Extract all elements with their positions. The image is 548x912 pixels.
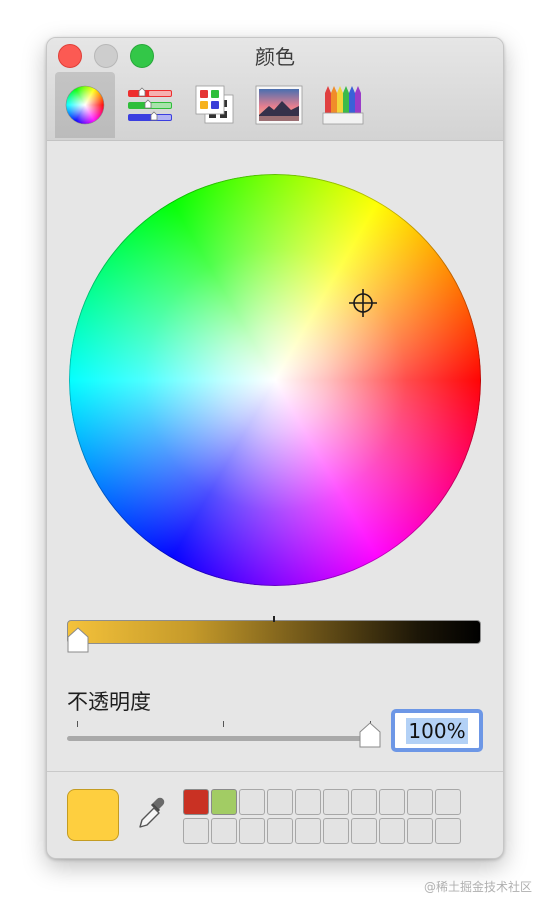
current-color-swatch[interactable] <box>67 789 119 841</box>
tab-color-wheel[interactable] <box>55 72 115 138</box>
empty-swatch[interactable] <box>239 789 265 815</box>
tab-pencils[interactable] <box>313 72 373 138</box>
empty-swatch[interactable] <box>267 789 293 815</box>
empty-swatch[interactable] <box>323 818 349 844</box>
empty-swatch[interactable] <box>267 818 293 844</box>
brightness-slider[interactable] <box>67 620 481 644</box>
sliders-icon <box>128 87 172 121</box>
eyedropper-icon[interactable] <box>135 796 167 832</box>
watermark: @稀土掘金技术社区 <box>424 880 533 894</box>
titlebar: 颜色 <box>47 38 503 141</box>
empty-swatch[interactable] <box>295 818 321 844</box>
empty-swatch[interactable] <box>435 818 461 844</box>
color-swatch[interactable] <box>211 789 237 815</box>
crosshair-icon[interactable] <box>348 288 378 318</box>
empty-swatch[interactable] <box>351 818 377 844</box>
swatch-grid <box>183 789 461 844</box>
color-swatch[interactable] <box>183 789 209 815</box>
opacity-field[interactable]: 100% <box>391 709 483 752</box>
empty-swatch[interactable] <box>183 818 209 844</box>
empty-swatch[interactable] <box>295 789 321 815</box>
brightness-slider-knob[interactable] <box>67 627 89 653</box>
color-panel-window: 颜色 不透明度 100% <box>46 37 504 859</box>
tab-color-sliders[interactable] <box>120 72 180 138</box>
window-title: 颜色 <box>255 45 295 69</box>
image-icon <box>255 85 303 125</box>
palettes-icon <box>195 85 234 124</box>
empty-swatch[interactable] <box>407 789 433 815</box>
empty-swatch[interactable] <box>435 789 461 815</box>
empty-swatch[interactable] <box>211 818 237 844</box>
tab-image-palettes[interactable] <box>249 72 309 138</box>
color-wheel[interactable] <box>69 174 481 586</box>
opacity-tick <box>77 721 78 727</box>
opacity-tick <box>223 721 224 727</box>
brightness-tick <box>273 616 275 622</box>
color-wheel-icon <box>65 85 105 125</box>
empty-swatch[interactable] <box>323 789 349 815</box>
empty-swatch[interactable] <box>239 818 265 844</box>
divider <box>47 771 503 772</box>
opacity-label: 不透明度 <box>67 690 151 714</box>
empty-swatch[interactable] <box>379 818 405 844</box>
opacity-slider[interactable] <box>67 736 371 741</box>
tab-color-palettes[interactable] <box>185 72 245 138</box>
empty-swatch[interactable] <box>407 818 433 844</box>
pencils-icon <box>322 86 364 125</box>
opacity-value: 100% <box>406 717 468 744</box>
empty-swatch[interactable] <box>379 789 405 815</box>
empty-swatch[interactable] <box>351 789 377 815</box>
opacity-slider-knob[interactable] <box>359 722 381 748</box>
